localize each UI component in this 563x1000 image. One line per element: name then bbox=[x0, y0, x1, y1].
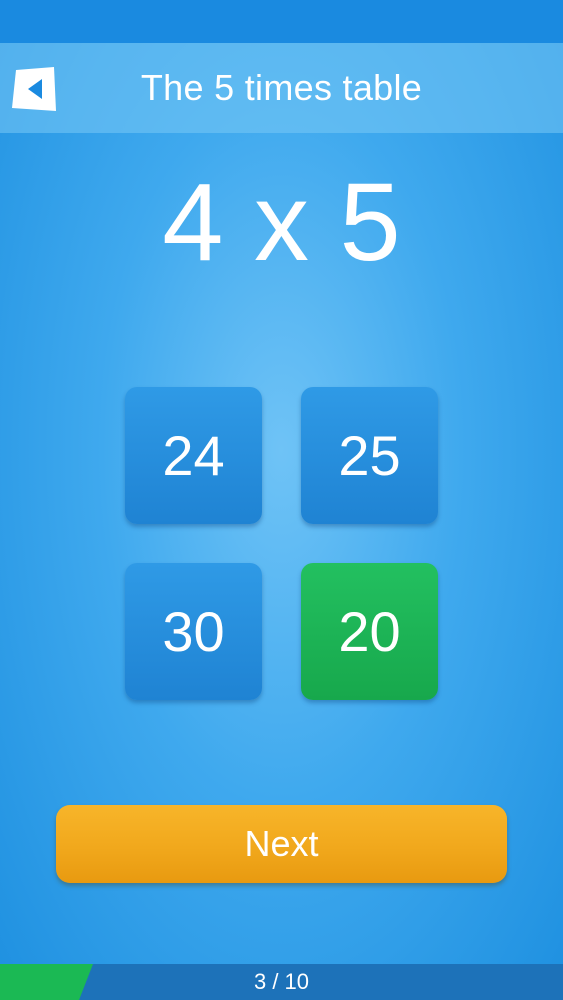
progress-label: 3 / 10 bbox=[253, 969, 310, 994]
answer-button[interactable]: 30 bbox=[125, 563, 262, 700]
status-bar bbox=[0, 0, 563, 43]
question-text: 4 x 5 bbox=[162, 161, 401, 284]
answer-button[interactable]: 24 bbox=[125, 387, 262, 524]
header: The 5 times table bbox=[0, 43, 563, 133]
back-arrow-icon bbox=[12, 67, 56, 111]
answer-button[interactable]: 25 bbox=[301, 387, 438, 524]
progress-bar: 3 / 10 bbox=[0, 964, 563, 1000]
back-button[interactable] bbox=[12, 67, 56, 111]
page-title: The 5 times table bbox=[140, 67, 423, 108]
answer-button[interactable]: 20 bbox=[301, 563, 438, 700]
next-button[interactable]: Next bbox=[56, 805, 507, 883]
answer-grid: 24 25 30 20 bbox=[125, 387, 438, 700]
